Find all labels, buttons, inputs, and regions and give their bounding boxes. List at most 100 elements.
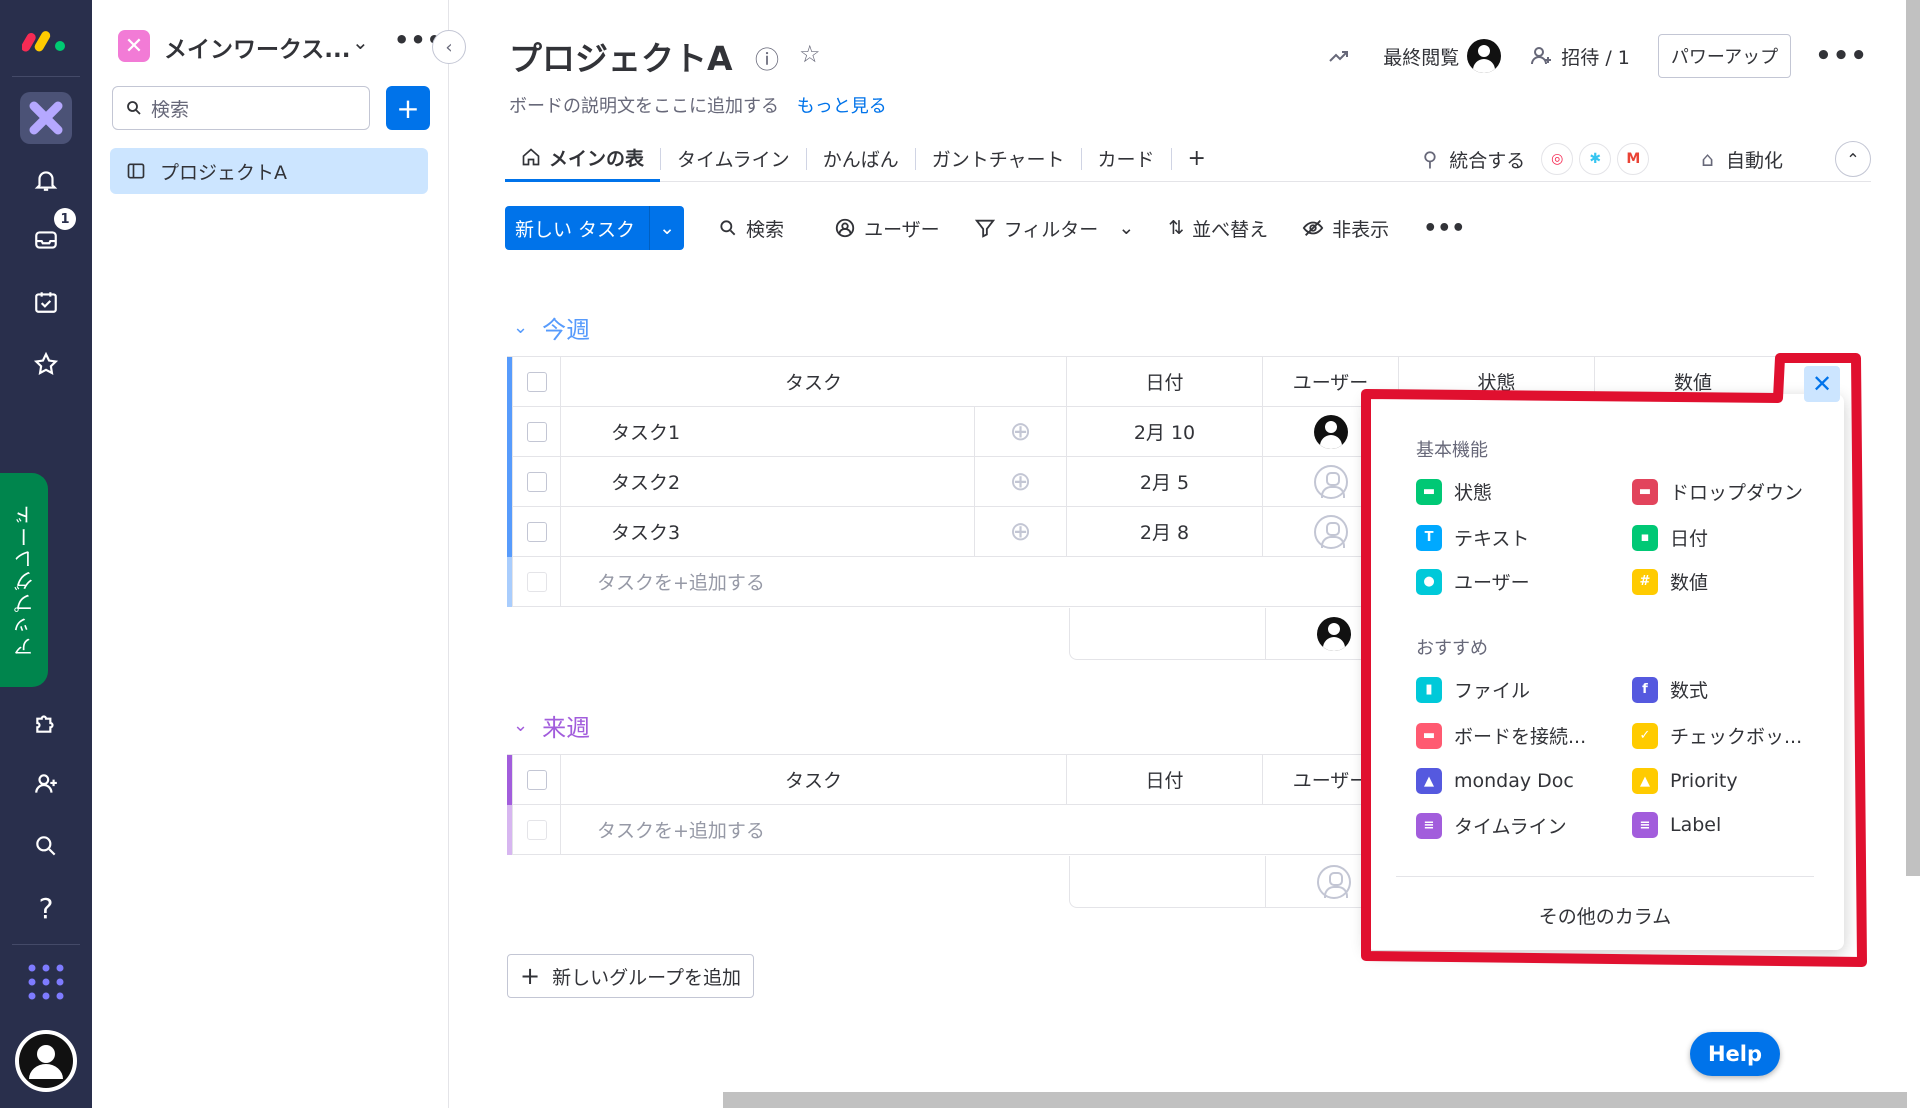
add-item-button[interactable]: +	[386, 86, 430, 130]
tab-timeline[interactable]: タイムライン	[661, 136, 806, 182]
column-option-date[interactable]: ▪ 日付	[1632, 524, 1708, 551]
more-dots-icon[interactable]: •••	[1815, 41, 1868, 71]
group-header[interactable]: ⌄ 来週	[513, 708, 590, 743]
column-option-dropdown[interactable]: ▬ ドロップダウン	[1632, 478, 1803, 505]
tab-gantt[interactable]: ガントチャート	[916, 136, 1081, 182]
workspace-logo-icon[interactable]: ✕	[118, 30, 150, 62]
monday-logo-icon[interactable]	[22, 20, 70, 56]
person-filter-button[interactable]: ユーザー	[834, 215, 940, 242]
invite-member-icon[interactable]	[26, 764, 66, 804]
date-cell[interactable]: 2月 8	[1067, 506, 1263, 557]
add-update-icon[interactable]: ⊕	[975, 406, 1067, 457]
task-name[interactable]: タスク1	[561, 406, 975, 457]
column-header-date[interactable]: 日付	[1067, 356, 1263, 407]
column-option-status[interactable]: ▬ 状態	[1416, 478, 1492, 505]
column-option-timeline[interactable]: ≡ タイムライン	[1416, 812, 1567, 839]
sort-button[interactable]: ⇅ 並べ替え	[1168, 215, 1268, 242]
product-switcher-icon[interactable]	[26, 962, 66, 1002]
more-columns-button[interactable]: その他のカラム	[1366, 902, 1844, 929]
power-up-button[interactable]: パワーアップ	[1657, 34, 1792, 78]
new-task-button[interactable]: 新しい タスク ⌄	[505, 206, 685, 250]
add-task-input[interactable]: タスクを+追加する	[561, 557, 975, 607]
column-option-formula[interactable]: f 数式	[1632, 676, 1708, 703]
new-task-label[interactable]: 新しい タスク	[505, 206, 651, 250]
select-all-checkbox[interactable]	[513, 754, 561, 805]
column-option-text[interactable]: T テキスト	[1416, 524, 1529, 551]
group-title[interactable]: 来週	[542, 708, 590, 743]
task-name[interactable]: タスク3	[561, 506, 975, 557]
group-title[interactable]: 今週	[542, 310, 590, 345]
horizontal-scrollbar[interactable]	[723, 1092, 1907, 1108]
task-name[interactable]: タスク2	[561, 456, 975, 507]
hide-button[interactable]: 非表示	[1302, 215, 1389, 242]
column-option-monday-doc[interactable]: ▲ monday Doc	[1416, 768, 1574, 794]
row-checkbox[interactable]	[513, 506, 561, 557]
bell-icon[interactable]	[26, 160, 66, 200]
vertical-scrollbar[interactable]	[1906, 0, 1920, 876]
workspace-switch-icon[interactable]	[20, 92, 72, 144]
select-all-checkbox[interactable]	[513, 356, 561, 407]
collapse-header-button[interactable]: ⌃	[1835, 141, 1871, 177]
column-header-task[interactable]: タスク	[561, 356, 1067, 407]
apps-puzzle-icon[interactable]	[26, 703, 66, 743]
column-option-label[interactable]: ≡ Label	[1632, 812, 1721, 838]
favorites-star-icon[interactable]	[26, 344, 66, 384]
row-checkbox[interactable]	[513, 406, 561, 457]
last-viewed-button[interactable]: 最終閲覧	[1383, 39, 1502, 73]
date-cell[interactable]: 2月 5	[1067, 456, 1263, 507]
star-icon[interactable]: ☆	[799, 40, 821, 75]
chevron-down-icon[interactable]: ⌄	[513, 715, 528, 736]
board-description[interactable]: ボードの説明文をここに追加する もっと見る	[509, 92, 887, 118]
chevron-down-icon[interactable]: ⌄	[650, 217, 684, 239]
close-icon[interactable]: ✕	[1804, 366, 1840, 402]
tab-kanban[interactable]: かんばん	[807, 136, 915, 182]
slack-icon[interactable]: ✱	[1579, 143, 1612, 175]
upgrade-button[interactable]: アップグレード	[0, 473, 48, 687]
column-header-date[interactable]: 日付	[1067, 754, 1263, 805]
column-option-file[interactable]: ▮ ファイル	[1416, 676, 1530, 703]
search-icon[interactable]	[26, 826, 66, 866]
column-option-priority[interactable]: ▲ Priority	[1632, 768, 1738, 794]
tab-main-table[interactable]: メインの表	[505, 136, 661, 182]
user-avatar[interactable]	[15, 1030, 77, 1092]
chevron-down-icon[interactable]: ⌄	[513, 317, 528, 338]
add-group-button[interactable]: + 新しいグループを追加	[507, 954, 754, 998]
add-update-icon[interactable]: ⊕	[975, 506, 1067, 557]
add-task-row[interactable]: タスクを+追加する	[507, 804, 1399, 855]
add-view-button[interactable]: +	[1172, 136, 1222, 182]
invite-button[interactable]: 招待 / 1	[1529, 43, 1630, 70]
see-more-link[interactable]: もっと見る	[797, 96, 887, 117]
add-update-icon[interactable]: ⊕	[975, 456, 1067, 507]
column-option-numbers[interactable]: # 数値	[1632, 568, 1708, 595]
search-button[interactable]: 検索	[718, 215, 784, 242]
robot-icon[interactable]: ⌂	[1701, 147, 1714, 171]
group-header[interactable]: ⌄ 今週	[513, 310, 590, 345]
integration-app-icon[interactable]: ◎	[1541, 143, 1574, 175]
filter-button[interactable]: フィルター ⌄	[974, 215, 1134, 242]
column-option-connect-boards[interactable]: ▬ ボードを接続...	[1416, 722, 1586, 749]
chevron-down-icon[interactable]: ⌄	[1118, 217, 1134, 239]
column-header-task[interactable]: タスク	[561, 754, 1067, 805]
page-title[interactable]: プロジェクトA	[509, 32, 733, 80]
chevron-down-icon[interactable]: ⌄	[352, 30, 369, 54]
integrate-icon[interactable]: ⚲	[1423, 147, 1438, 171]
info-icon[interactable]: ⓘ	[755, 40, 779, 75]
workspace-name[interactable]: メインワークス...	[164, 30, 351, 64]
row-checkbox[interactable]	[513, 456, 561, 507]
add-task-input[interactable]: タスクを+追加する	[561, 805, 975, 855]
column-option-people[interactable]: ● ユーザー	[1416, 568, 1530, 595]
description-text[interactable]: ボードの説明文をここに追加する	[509, 96, 779, 117]
date-cell[interactable]: 2月 10	[1067, 406, 1263, 457]
column-option-checkbox[interactable]: ✓ チェックボッ...	[1632, 722, 1802, 749]
my-work-icon[interactable]	[26, 282, 66, 322]
sidebar-item-board[interactable]: プロジェクトA	[110, 148, 428, 194]
gmail-icon[interactable]: M	[1617, 143, 1650, 175]
automate-label[interactable]: 自動化	[1726, 146, 1783, 173]
activity-icon[interactable]	[1327, 44, 1351, 68]
tab-cards[interactable]: カード	[1082, 136, 1171, 182]
help-question-icon[interactable]: ?	[26, 888, 66, 928]
sidebar-search-input[interactable]: 検索	[112, 86, 370, 130]
help-button[interactable]: Help	[1690, 1032, 1780, 1076]
collapse-sidebar-button[interactable]: ‹	[432, 30, 466, 64]
integrate-label[interactable]: 統合する	[1449, 146, 1525, 173]
